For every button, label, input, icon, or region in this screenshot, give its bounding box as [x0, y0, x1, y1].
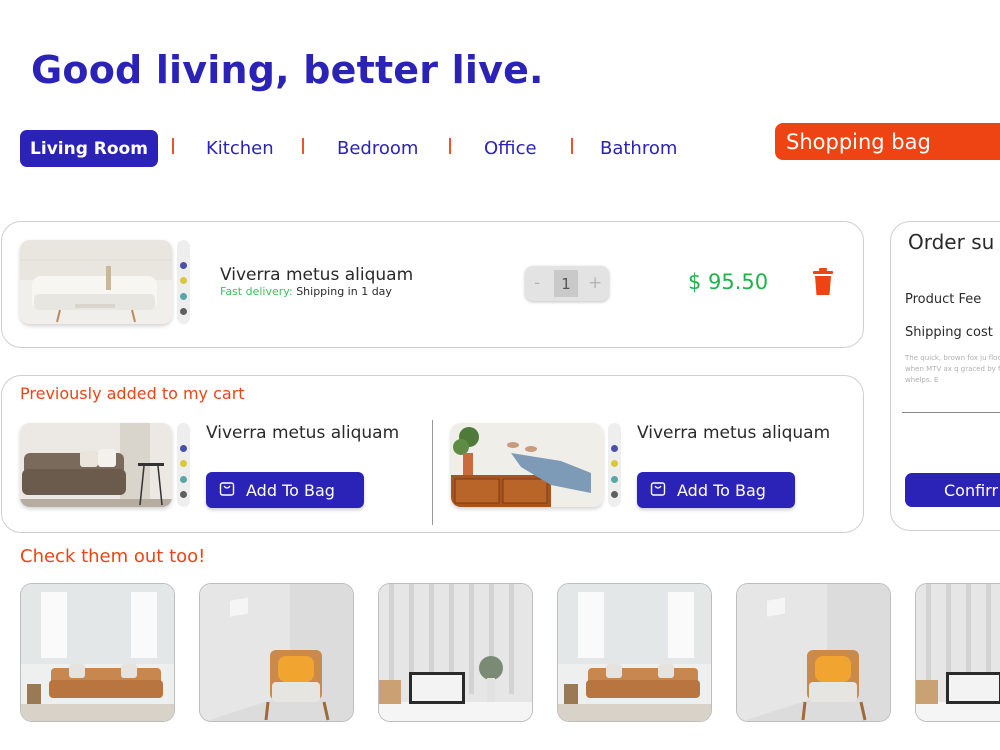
swatch-gray[interactable] — [180, 491, 187, 498]
cart-item-image[interactable] — [20, 240, 172, 324]
delivery-time: Shipping in 1 day — [296, 285, 392, 298]
tab-bedroom[interactable]: Bedroom — [337, 138, 418, 159]
fast-delivery-label: Fast delivery: — [220, 285, 293, 298]
previous-item-title: Viverra metus aliquam — [637, 423, 831, 443]
tab-separator — [449, 138, 451, 154]
decrease-button[interactable]: - — [534, 273, 540, 293]
suggested-product-card[interactable] — [557, 583, 712, 722]
tab-separator — [172, 138, 174, 154]
add-to-bag-button[interactable]: Add To Bag — [206, 472, 364, 508]
add-to-bag-label: Add To Bag — [677, 480, 766, 500]
suggested-product-card[interactable] — [20, 583, 175, 722]
swatch-teal[interactable] — [180, 293, 187, 300]
swatch-yellow[interactable] — [611, 460, 618, 467]
color-swatch-strip — [177, 240, 190, 324]
tab-kitchen[interactable]: Kitchen — [206, 138, 274, 159]
page-headline: Good living, better live. — [31, 48, 544, 92]
previously-added-title: Previously added to my cart — [20, 384, 245, 403]
tab-separator — [302, 138, 304, 154]
quantity-stepper: - 1 + — [525, 266, 609, 301]
trash-icon[interactable] — [812, 268, 834, 300]
add-to-bag-label: Add To Bag — [246, 480, 335, 500]
swatch-blue[interactable] — [611, 445, 618, 452]
swatch-blue[interactable] — [180, 445, 187, 452]
bag-icon — [219, 480, 235, 500]
shipping-cost-label: Shipping cost — [905, 325, 993, 340]
swatch-yellow[interactable] — [180, 460, 187, 467]
order-summary-title: Order su — [908, 230, 995, 254]
color-swatch-strip — [177, 423, 190, 507]
bag-icon — [650, 480, 666, 500]
delivery-info: Fast delivery: Shipping in 1 day — [220, 285, 392, 298]
swatch-gray[interactable] — [180, 308, 187, 315]
quantity-value[interactable]: 1 — [554, 270, 578, 297]
suggested-product-card[interactable] — [736, 583, 891, 722]
swatch-blue[interactable] — [180, 262, 187, 269]
suggested-product-card[interactable] — [915, 583, 1000, 722]
confirm-button[interactable]: Confirr — [905, 473, 1000, 507]
tab-living-room[interactable]: Living Room — [20, 130, 158, 167]
cart-item-price: $ 95.50 — [688, 270, 769, 294]
summary-divider — [902, 412, 1000, 413]
shopping-bag-button[interactable]: Shopping bag — [775, 123, 1000, 160]
swatch-teal[interactable] — [180, 476, 187, 483]
check-them-out-title: Check them out too! — [20, 546, 206, 567]
tab-bathroom[interactable]: Bathrom — [600, 138, 677, 159]
swatch-gray[interactable] — [611, 491, 618, 498]
add-to-bag-button[interactable]: Add To Bag — [637, 472, 795, 508]
product-fee-label: Product Fee — [905, 292, 982, 307]
order-summary-note: The quick, brown fox ju flock by when MT… — [905, 354, 1000, 384]
swatch-yellow[interactable] — [180, 277, 187, 284]
previous-item-image[interactable] — [20, 423, 172, 507]
suggested-product-card[interactable] — [378, 583, 533, 722]
tab-office[interactable]: Office — [484, 138, 537, 159]
previous-item-image[interactable] — [451, 423, 603, 507]
cart-item-title: Viverra metus aliquam — [220, 265, 414, 285]
color-swatch-strip — [608, 423, 621, 507]
increase-button[interactable]: + — [588, 273, 602, 293]
previous-item-title: Viverra metus aliquam — [206, 423, 400, 443]
swatch-teal[interactable] — [611, 476, 618, 483]
item-divider — [432, 420, 433, 525]
tab-separator — [571, 138, 573, 154]
suggested-product-card[interactable] — [199, 583, 354, 722]
